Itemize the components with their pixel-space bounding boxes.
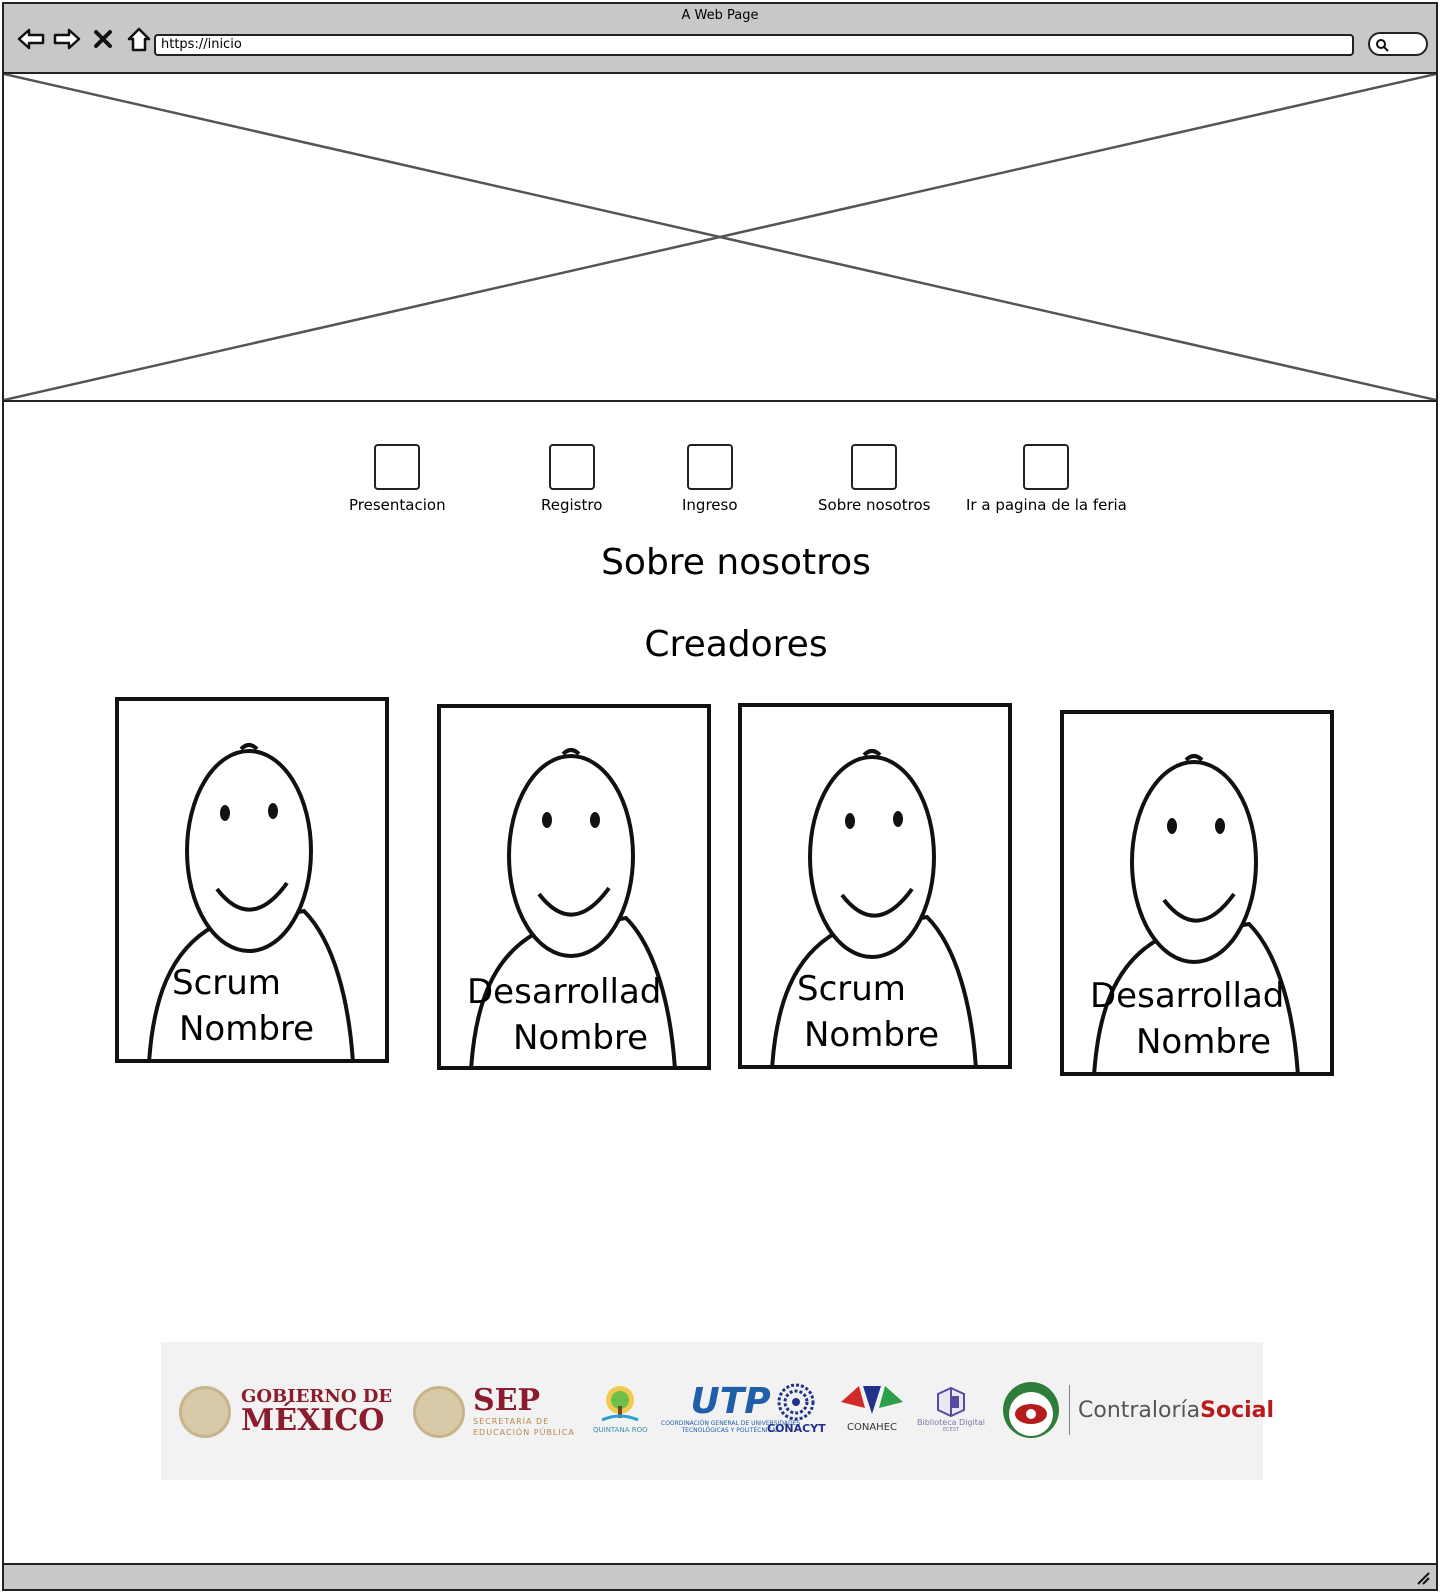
sep-title: SEP [473,1383,541,1418]
footer-logos: GOBIERNO DE MÉXICO SEP SECRETARÍA DE EDU… [161,1342,1274,1480]
nav-item-registro[interactable]: Registro [541,444,602,514]
url-input[interactable]: https://inicio [154,34,1354,56]
main-nav: Presentacion Registro Ingreso Sobre noso… [4,444,1436,524]
search-icon [1376,39,1389,52]
biblioteca-label: Biblioteca Digital [917,1418,985,1427]
nav-label-ir-a-feria: Ir a pagina de la feria [966,496,1127,514]
nav-label-presentacion: Presentacion [349,496,446,514]
person-avatar-icon [469,748,677,1066]
qroo-label: QUINTANA ROO [593,1426,648,1434]
creator-role: Scrum [797,969,906,1009]
close-icon[interactable] [88,24,118,54]
creator-role: Scrum [172,963,281,1003]
creator-role: Desarrollad [1090,976,1285,1016]
contraloria-bold-label: Social [1200,1397,1275,1423]
nav-item-sobre-nosotros[interactable]: Sobre nosotros [818,444,930,514]
utp-title: UTP [690,1381,771,1422]
sep-sub2: EDUCACIÓN PÚBLICA [473,1428,575,1437]
biblioteca-sub: ECEST [942,1427,960,1433]
conahec-label: CONAHEC [847,1422,897,1433]
nav-label-ingreso: Ingreso [682,496,738,514]
creator-card: Scrum Nombre [115,697,389,1063]
creator-card: Desarrollad Nombre [1060,710,1334,1076]
gob-line2: MÉXICO [241,1403,385,1438]
nav-label-sobre-nosotros: Sobre nosotros [818,496,931,514]
conahec-logo: CONAHEC [839,1382,905,1433]
conacyt-icon [777,1383,815,1421]
creator-card: Desarrollad Nombre [437,704,711,1070]
section-title-creators: Creadores [644,624,828,665]
mexico-seal-icon [179,1386,231,1438]
browser-search-field[interactable] [1368,32,1428,56]
browser-nav-icons [16,24,154,54]
tree-icon [601,1386,639,1422]
sep-logo: SEP SECRETARÍA DE EDUCACIÓN PÚBLICA [413,1386,575,1438]
page-title: Sobre nosotros [601,542,871,583]
nav-icon-presentacion [374,444,421,490]
gobierno-mexico-logo: GOBIERNO DE MÉXICO [179,1386,392,1438]
window-title: A Web Page [681,8,759,23]
nav-label-registro: Registro [541,496,603,514]
utp-sub2: TECNOLÓGICAS Y POLITÉCNICAS [681,1427,780,1434]
sep-seal-icon [413,1386,465,1438]
contraloria-social-logo: ContraloríaSocial [1001,1380,1274,1440]
quintana-roo-logo: QUINTANA ROO [593,1382,648,1434]
creator-name: Nombre [804,1015,940,1055]
nav-item-ir-a-feria[interactable]: Ir a pagina de la feria [966,444,1127,514]
biblioteca-digital-logo: Biblioteca Digital ECEST [917,1386,985,1433]
creator-card: Scrum Nombre [738,703,1012,1069]
book-cube-icon [936,1386,965,1418]
nav-icon-ir-a-feria [1023,444,1070,490]
creator-name: Nombre [179,1009,315,1049]
creator-role: Desarrollad [467,972,662,1012]
nav-item-ingreso[interactable]: Ingreso [682,444,738,514]
creator-name: Nombre [1136,1022,1272,1062]
nav-icon-registro [548,444,595,490]
creator-name: Nombre [513,1018,649,1058]
browser-window: A Web Page https://inicio Presentacion R… [2,2,1438,1591]
forward-arrow-icon[interactable] [52,24,82,54]
nav-icon-ingreso [686,444,733,490]
nav-item-presentacion[interactable]: Presentacion [349,444,446,514]
browser-chrome: A Web Page https://inicio [4,4,1436,74]
hero-image-placeholder [4,74,1436,402]
status-bar [4,1563,1436,1589]
nav-icon-sobre-nosotros [851,444,898,490]
contraloria-eye-icon [1003,1382,1059,1438]
conacyt-label: CONACYT [767,1422,826,1435]
conahec-icon [841,1386,903,1414]
conacyt-logo: CONACYT [767,1382,826,1435]
sep-sub1: SECRETARÍA DE [473,1417,550,1426]
back-arrow-icon[interactable] [16,24,46,54]
home-icon[interactable] [124,24,154,54]
contraloria-label: Contraloría [1078,1397,1201,1423]
resize-grip-icon[interactable] [1414,1569,1430,1585]
